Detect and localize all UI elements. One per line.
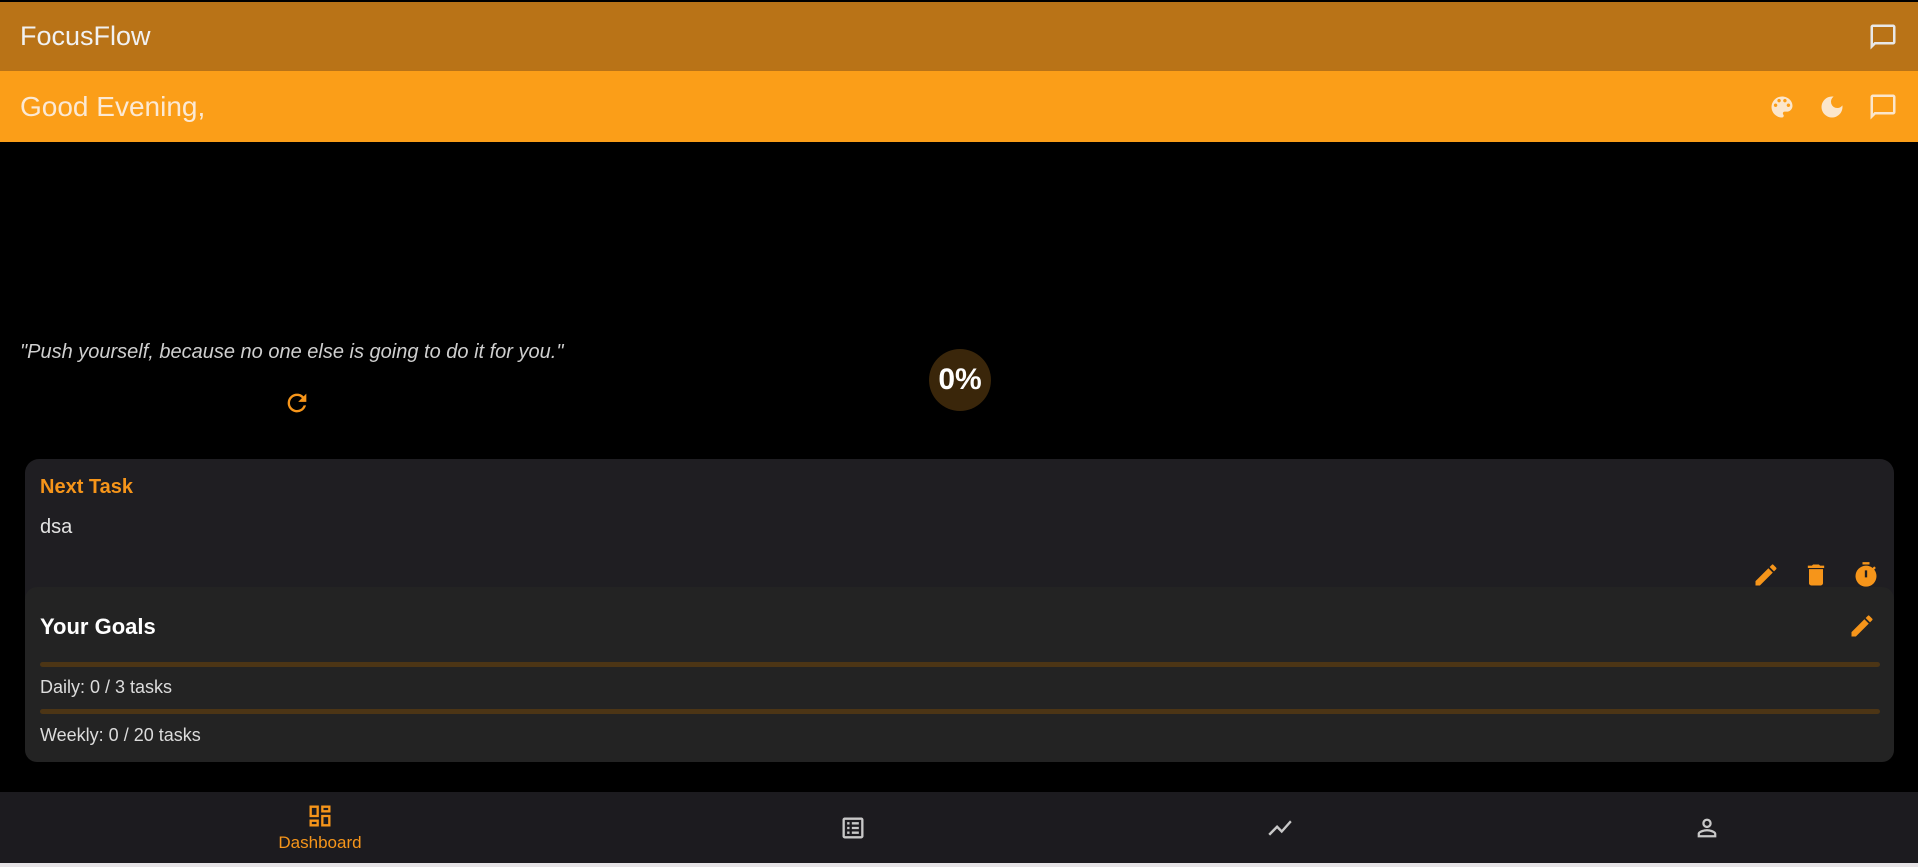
- window-bottom-edge: [0, 863, 1918, 867]
- nav-item-tasks[interactable]: [753, 792, 953, 863]
- edit-goals-icon[interactable]: [1848, 612, 1876, 640]
- next-task-name: dsa: [40, 516, 73, 538]
- edit-icon[interactable]: [1752, 561, 1780, 589]
- nav-item-stats[interactable]: [1180, 792, 1380, 863]
- palette-icon[interactable]: [1768, 93, 1796, 121]
- daily-progress-bar: [40, 662, 1880, 667]
- app-bar: FocusFlow: [0, 2, 1918, 71]
- timer-icon[interactable]: [1852, 561, 1880, 589]
- trending-icon: [1266, 814, 1294, 842]
- dark-mode-icon[interactable]: [1818, 93, 1846, 121]
- app-root: FocusFlow Good Evening, "Push yourself, …: [0, 0, 1918, 867]
- next-task-label: Next Task: [40, 476, 134, 498]
- dashboard-icon: [306, 802, 334, 830]
- bottom-navigation: Dashboard: [0, 792, 1918, 863]
- delete-icon[interactable]: [1802, 561, 1830, 589]
- list-icon: [839, 814, 867, 842]
- app-title: FocusFlow: [20, 21, 151, 51]
- nav-label-dashboard: Dashboard: [278, 833, 362, 852]
- greeting-text: Good Evening,: [20, 90, 206, 122]
- goals-card: Your Goals Daily: 0 / 3 tasks Weekly: 0 …: [25, 587, 1894, 762]
- refresh-icon[interactable]: [283, 389, 311, 417]
- chat-icon[interactable]: [1868, 92, 1898, 122]
- weekly-goal-text: Weekly: 0 / 20 tasks: [40, 725, 201, 745]
- nav-item-profile[interactable]: [1607, 792, 1807, 863]
- chat-icon[interactable]: [1868, 22, 1898, 52]
- greeting-bar: Good Evening,: [0, 71, 1918, 142]
- daily-goal-text: Daily: 0 / 3 tasks: [40, 677, 173, 697]
- goals-title: Your Goals: [40, 614, 156, 639]
- weekly-progress-bar: [40, 709, 1880, 714]
- progress-label: 0%: [938, 363, 982, 396]
- motivational-quote: "Push yourself, because no one else is g…: [20, 341, 564, 363]
- progress-indicator: 0%: [929, 349, 991, 411]
- nav-item-dashboard[interactable]: Dashboard: [220, 792, 420, 863]
- person-icon: [1693, 814, 1721, 842]
